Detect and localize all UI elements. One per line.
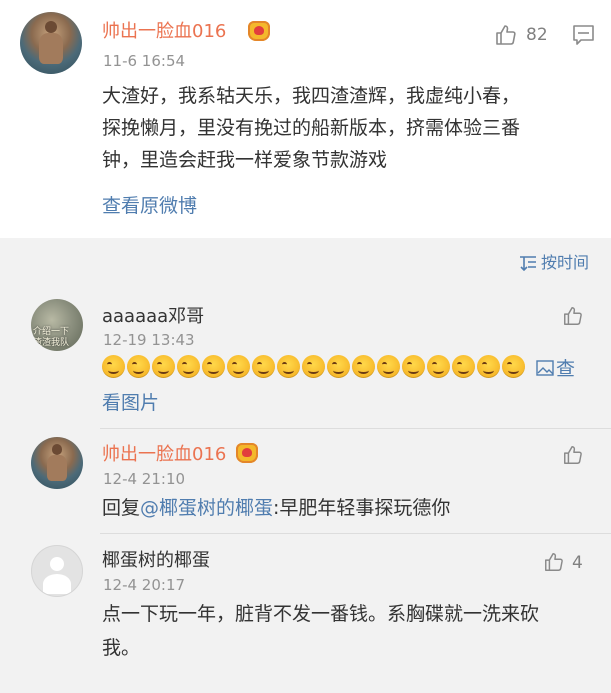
sort-label: 按时间 (540, 253, 589, 272)
like-button[interactable] (543, 551, 565, 573)
image-icon[interactable] (536, 360, 554, 376)
smile-emoji-icon (102, 355, 125, 378)
smile-emoji-icon (477, 355, 500, 378)
vip-crown-icon (248, 21, 270, 41)
smile-emoji-icon (402, 355, 425, 378)
smile-emoji-icon (277, 355, 300, 378)
post-body-line-1: 大渣好，我系轱天乐，我四渣渣辉，我虚纯小春， (102, 85, 521, 107)
sort-bar: 按时间 (0, 238, 611, 290)
like-count: 82 (526, 25, 548, 45)
comment-time: 12-4 20:17 (103, 576, 186, 594)
smile-emoji-icon (502, 355, 525, 378)
like-button[interactable] (494, 23, 518, 47)
smile-emoji-icon (452, 355, 475, 378)
view-image-link-part1[interactable]: 查 (556, 353, 575, 385)
like-count: 4 (572, 553, 583, 573)
like-button[interactable] (562, 444, 584, 466)
comment-time: 12-4 21:10 (103, 470, 186, 488)
smile-emoji-icon (152, 355, 175, 378)
comment-text-line-1: 点一下玩一年，脏背不发一番钱。系胸碟就一洗来砍 (102, 603, 540, 625)
emoji-row (102, 355, 525, 378)
comment-button[interactable] (572, 24, 595, 46)
reply-body: :早肥年轻事探玩德你 (273, 497, 451, 519)
commenter-avatar[interactable] (31, 437, 83, 489)
smile-emoji-icon (127, 355, 150, 378)
comment-text-line-2: 我。 (102, 637, 141, 659)
reply-prefix: 回复 (102, 497, 141, 519)
thumbs-up-icon (496, 25, 516, 45)
author-name[interactable]: 帅出一脸血016 (102, 21, 226, 43)
smile-emoji-icon (327, 355, 350, 378)
comment-divider (100, 533, 611, 534)
comment-time: 12-19 13:43 (103, 331, 195, 349)
view-original-link[interactable]: 查看原微博 (102, 190, 197, 222)
like-button[interactable] (562, 305, 584, 327)
view-image-link-part2[interactable]: 看图片 (102, 387, 159, 419)
smile-emoji-icon (202, 355, 225, 378)
commenter-name[interactable]: aaaaaa邓哥 (102, 306, 204, 328)
commenter-avatar[interactable]: 介绍一下 渣渣我队 (31, 299, 83, 351)
reply-text: 回复@椰蛋树的椰蛋:早肥年轻事探玩德你 (102, 492, 450, 524)
smile-emoji-icon (252, 355, 275, 378)
post-body-line-3: 钟，里造会赶我一样爱象节款游戏 (102, 149, 388, 171)
post-body-line-2: 探挽懒月，里没有挽过的船新版本，挤需体验三番 (102, 117, 521, 139)
smile-emoji-icon (177, 355, 200, 378)
smile-emoji-icon (377, 355, 400, 378)
thumbs-up-icon (545, 553, 563, 571)
commenter-name[interactable]: 椰蛋树的椰蛋 (102, 550, 210, 572)
vip-crown-icon (236, 443, 258, 463)
smile-emoji-icon (427, 355, 450, 378)
commenter-avatar[interactable] (31, 545, 83, 597)
smile-emoji-icon (352, 355, 375, 378)
sort-by-time-button[interactable]: 按时间 (519, 253, 589, 273)
comment-divider (100, 428, 611, 429)
picture-icon (536, 360, 554, 376)
thumbs-up-icon (564, 446, 582, 464)
sort-icon (519, 256, 536, 271)
mention-link[interactable]: @椰蛋树的椰蛋 (140, 497, 273, 519)
commenter-name[interactable]: 帅出一脸血016 (102, 444, 226, 466)
smile-emoji-icon (302, 355, 325, 378)
comment-icon (573, 25, 594, 45)
thumbs-up-icon (564, 307, 582, 325)
post-time: 11-6 16:54 (103, 52, 186, 70)
avatar-caption: 介绍一下 渣渣我队 (33, 327, 70, 348)
smile-emoji-icon (227, 355, 250, 378)
main-post: 帅出一脸血016 11-6 16:54 82 大渣好，我系轱天乐，我四渣渣辉，我… (0, 0, 611, 238)
author-avatar[interactable] (20, 12, 82, 74)
